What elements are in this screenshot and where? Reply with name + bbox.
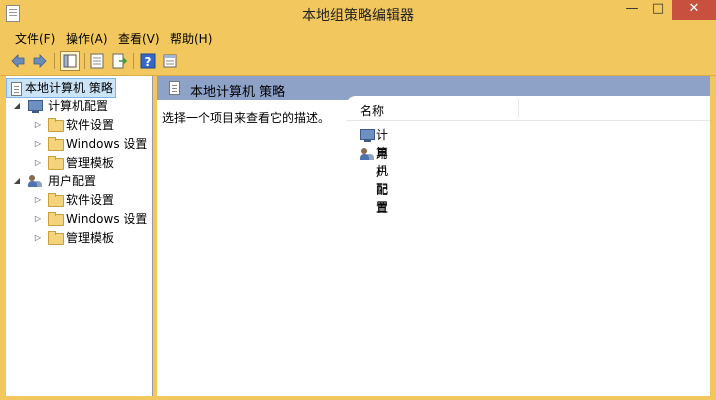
window-frame-bottom — [0, 396, 716, 400]
expand-arrow-icon[interactable]: ▷ — [33, 210, 43, 228]
column-header-label: 名称 — [360, 104, 385, 118]
column-header-name[interactable]: 名称 — [346, 96, 710, 121]
menu-view[interactable]: 查看(V) — [118, 30, 160, 47]
toolbar-separator — [133, 53, 134, 69]
details-header-title: 本地计算机 策略 — [190, 85, 286, 100]
folder-icon — [48, 212, 64, 226]
tree-item-computer-config[interactable]: ◢ 计算机配置 — [6, 97, 146, 115]
tree-item-computer-windows[interactable]: ▷ Windows 设置 — [6, 135, 148, 153]
export-list-icon[interactable] — [110, 52, 128, 70]
tree-item-label: 管理模板 — [66, 231, 115, 245]
folder-icon — [48, 193, 64, 207]
svg-text:?: ? — [145, 55, 152, 69]
menu-action[interactable]: 操作(A) — [66, 30, 108, 47]
folder-icon — [48, 156, 64, 170]
tree-item-label: 管理模板 — [66, 156, 115, 170]
tree-item-computer-admin[interactable]: ▷ 管理模板 — [6, 154, 146, 172]
menu-file[interactable]: 文件(F) — [15, 30, 55, 47]
menu-bar: 文件(F) 操作(A) 查看(V) 帮助(H) — [0, 26, 716, 48]
expand-arrow-icon[interactable]: ▷ — [33, 154, 43, 172]
policy-document-icon — [11, 82, 22, 96]
policy-document-icon — [169, 81, 180, 95]
folder-icon — [48, 118, 64, 132]
details-pane: 本地计算机 策略 选择一个项目来查看它的描述。 名称 计算机配置 用户配置 — [157, 76, 710, 396]
close-button[interactable]: ✕ — [672, 0, 716, 20]
help-icon[interactable]: ? — [139, 52, 157, 70]
toolbar-separator — [54, 53, 55, 69]
tree-item-label: 计算机配置 — [48, 99, 109, 113]
tree-item-user-config[interactable]: ◢ 用户配置 — [6, 172, 146, 190]
toolbar: ? — [0, 48, 716, 76]
folder-icon — [48, 137, 64, 151]
tree-item-user-windows[interactable]: ▷ Windows 设置 — [6, 210, 148, 228]
computer-icon — [360, 129, 375, 142]
tree-item-label: 软件设置 — [66, 193, 115, 207]
tree-item-label: Windows 设置 — [66, 137, 148, 151]
expand-arrow-icon[interactable]: ▷ — [33, 229, 43, 247]
description-text: 选择一个项目来查看它的描述。 — [162, 111, 331, 125]
list-item-label: 用户配置 — [376, 147, 389, 215]
menu-help[interactable]: 帮助(H) — [170, 30, 212, 47]
window-title: 本地组策略编辑器 — [302, 8, 414, 24]
folder-icon — [48, 231, 64, 245]
window-frame-right — [710, 76, 716, 400]
collapse-arrow-icon[interactable]: ◢ — [12, 97, 22, 115]
tree-item-user-admin[interactable]: ▷ 管理模板 — [6, 229, 146, 247]
tree-item-label: 本地计算机 策略 — [25, 81, 113, 95]
view-icon[interactable] — [161, 52, 179, 70]
title-bar: 本地组策略编辑器 — □ ✕ — [0, 0, 716, 26]
computer-icon — [28, 100, 43, 113]
tree-item-label: 用户配置 — [48, 174, 97, 188]
properties-icon[interactable] — [88, 52, 106, 70]
tree-item-computer-software[interactable]: ▷ 软件设置 — [6, 116, 146, 134]
list-view: 名称 计算机配置 用户配置 — [346, 96, 710, 396]
tree-item-label: 软件设置 — [66, 118, 115, 132]
minimize-button[interactable]: — — [618, 0, 646, 20]
tree-item-user-software[interactable]: ▷ 软件设置 — [6, 191, 146, 209]
maximize-button[interactable]: □ — [644, 0, 672, 20]
column-divider[interactable] — [518, 99, 519, 117]
tree-item-label: Windows 设置 — [66, 212, 148, 226]
users-icon — [360, 148, 374, 161]
toolbar-separator — [84, 53, 85, 69]
collapse-arrow-icon[interactable]: ◢ — [12, 172, 22, 190]
expand-arrow-icon[interactable]: ▷ — [33, 191, 43, 209]
forward-arrow-icon[interactable] — [31, 52, 49, 70]
users-icon — [28, 175, 42, 188]
expand-arrow-icon[interactable]: ▷ — [33, 116, 43, 134]
back-arrow-icon[interactable] — [9, 52, 27, 70]
expand-arrow-icon[interactable]: ▷ — [33, 135, 43, 153]
tree-pane: 本地计算机 策略 ◢ 计算机配置 ▷ 软件设置 ▷ Windows 设置 ▷ 管… — [6, 76, 153, 396]
show-hide-tree-icon[interactable] — [60, 51, 80, 71]
tree-item-local-policy[interactable]: 本地计算机 策略 — [6, 78, 116, 98]
